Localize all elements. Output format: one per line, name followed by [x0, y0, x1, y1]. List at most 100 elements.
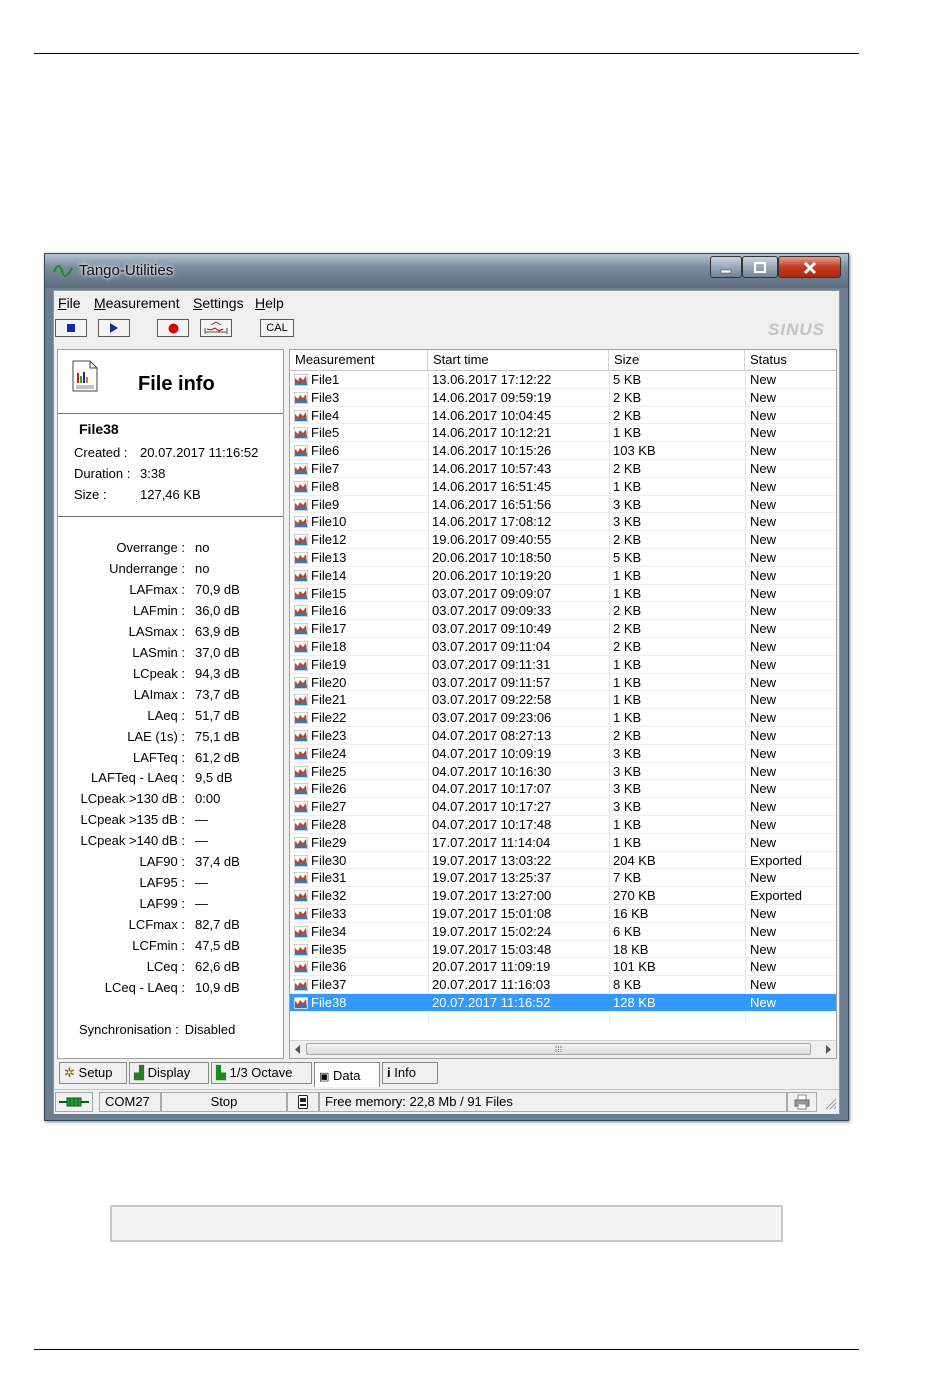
- title-bar[interactable]: Tango-Utilities: [45, 254, 848, 288]
- table-row[interactable]: File16 03.07.2017 09:09:33 2 KB New: [290, 602, 836, 620]
- stop-icon: [67, 324, 75, 332]
- table-row[interactable]: File37 20.07.2017 11:16:03 8 KB New: [290, 976, 836, 994]
- table-row[interactable]: File25 04.07.2017 10:16:30 3 KB New: [290, 763, 836, 781]
- table-row[interactable]: File3 14.06.2017 09:59:19 2 KB New: [290, 389, 836, 407]
- scroll-right-icon[interactable]: [824, 1045, 832, 1054]
- cell-status: New: [750, 407, 777, 423]
- table-row[interactable]: File17 03.07.2017 09:10:49 2 KB New: [290, 620, 836, 638]
- tab-info[interactable]: i Info: [382, 1062, 438, 1084]
- tab-display[interactable]: ▟ Display: [129, 1062, 209, 1084]
- table-row[interactable]: File23 04.07.2017 08:27:13 2 KB New: [290, 727, 836, 745]
- file-info-title: File info: [138, 373, 215, 395]
- file-name: File4: [311, 407, 340, 423]
- cell-start-time: 19.07.2017 15:03:48: [432, 941, 552, 957]
- calibration-button[interactable]: CAL: [260, 319, 294, 337]
- stop-button[interactable]: [55, 319, 87, 337]
- printer-icon: [794, 1094, 810, 1110]
- scroll-left-icon[interactable]: [294, 1045, 302, 1054]
- table-row[interactable]: File1 13.06.2017 17:12:22 5 KB New: [290, 371, 836, 389]
- record-button[interactable]: [157, 319, 189, 337]
- menu-measurement[interactable]: Measurement: [94, 295, 180, 311]
- cell-measurement: File24: [294, 745, 346, 762]
- table-row[interactable]: File7 14.06.2017 10:57:43 2 KB New: [290, 460, 836, 478]
- table-row[interactable]: File27 04.07.2017 10:17:27 3 KB New: [290, 798, 836, 816]
- file-name: File23: [311, 728, 347, 743]
- table-row[interactable]: File12 19.06.2017 09:40:55 2 KB New: [290, 531, 836, 549]
- stat-label: LCFmax :: [128, 917, 185, 933]
- table-row[interactable]: File13 20.06.2017 10:18:50 5 KB New: [290, 549, 836, 567]
- table-row[interactable]: File10 14.06.2017 17:08:12 3 KB New: [290, 513, 836, 531]
- print-button[interactable]: [787, 1092, 817, 1112]
- play-button[interactable]: [98, 319, 130, 337]
- tab-third-octave[interactable]: ▙ 1/3 Octave: [211, 1062, 312, 1084]
- column-header-measurement[interactable]: Measurement: [290, 350, 428, 370]
- play-icon: [110, 323, 118, 333]
- table-row[interactable]: File36 20.07.2017 11:09:19 101 KB New: [290, 958, 836, 976]
- table-row[interactable]: File31 19.07.2017 13:25:37 7 KB New: [290, 869, 836, 887]
- cell-start-time: 14.06.2017 17:08:12: [432, 514, 552, 530]
- resize-grip-icon[interactable]: [823, 1096, 837, 1110]
- table-row[interactable]: File26 04.07.2017 10:17:07 3 KB New: [290, 780, 836, 798]
- cell-status: New: [750, 817, 777, 832]
- file-name: File30: [311, 852, 347, 868]
- tab-data[interactable]: ▣ Data: [314, 1062, 380, 1087]
- table-row[interactable]: File29 17.07.2017 11:14:04 1 KB New: [290, 834, 836, 852]
- menu-mnemonic: M: [94, 295, 106, 311]
- cell-status: New: [750, 603, 777, 619]
- table-row[interactable]: File32 19.07.2017 13:27:00 270 KB Exported: [290, 887, 836, 905]
- table-row[interactable]: File28 04.07.2017 10:17:48 1 KB New: [290, 816, 836, 834]
- table-row[interactable]: File5 14.06.2017 10:12:21 1 KB New: [290, 424, 836, 442]
- table-row[interactable]: File34 19.07.2017 15:02:24 6 KB New: [290, 923, 836, 941]
- table-row[interactable]: File20 03.07.2017 09:11:57 1 KB New: [290, 674, 836, 692]
- table-row[interactable]: File9 14.06.2017 16:51:56 3 KB New: [290, 496, 836, 514]
- measurement-file-icon: [294, 747, 308, 760]
- menu-settings[interactable]: Settings: [193, 295, 244, 311]
- marker-button[interactable]: [200, 319, 232, 337]
- table-row[interactable]: File35 19.07.2017 15:03:48 18 KB New: [290, 941, 836, 959]
- cell-size: 8 KB: [613, 977, 642, 993]
- file-name: File10: [311, 514, 347, 530]
- cell-size: 1 KB: [613, 567, 642, 583]
- table-row[interactable]: File24 04.07.2017 10:09:19 3 KB New: [290, 745, 836, 763]
- cell-size: 2 KB: [613, 461, 642, 476]
- cell-start-time: 17.07.2017 11:14:04: [432, 834, 551, 850]
- cell-start-time: 19.07.2017 15:01:08: [432, 906, 552, 921]
- measurement-file-icon: [294, 765, 308, 778]
- stat-row: LAF99 : —: [58, 896, 283, 916]
- cable-plug-icon: [59, 1097, 89, 1107]
- menu-file[interactable]: File: [58, 295, 81, 311]
- table-row[interactable]: File22 03.07.2017 09:23:06 1 KB New: [290, 709, 836, 727]
- scrollbar-thumb[interactable]: ⁞⁞⁞: [306, 1043, 811, 1055]
- cell-status: New: [750, 639, 777, 654]
- table-row[interactable]: File15 03.07.2017 09:09:07 1 KB New: [290, 585, 836, 603]
- measurement-file-icon: [294, 516, 308, 529]
- cell-status: New: [750, 781, 777, 797]
- table-row[interactable]: File21 03.07.2017 09:22:58 1 KB New: [290, 691, 836, 709]
- table-row[interactable]: File30 19.07.2017 13:03:22 204 KB Exported: [290, 852, 836, 870]
- table-row[interactable]: File14 20.06.2017 10:19:20 1 KB New: [290, 567, 836, 585]
- cell-status: New: [750, 532, 777, 548]
- table-row[interactable]: File19 03.07.2017 09:11:31 1 KB New: [290, 656, 836, 674]
- close-button[interactable]: [778, 256, 841, 278]
- tab-setup[interactable]: ✲ Setup: [59, 1062, 127, 1084]
- menu-help[interactable]: Help: [255, 295, 284, 311]
- table-row[interactable]: File18 03.07.2017 09:11:04 2 KB New: [290, 638, 836, 656]
- column-header-status[interactable]: Status: [745, 350, 836, 370]
- minimize-button[interactable]: [710, 256, 742, 278]
- stat-row: LCeq - LAeq : 10,9 dB: [58, 980, 283, 1000]
- table-row[interactable]: File4 14.06.2017 10:04:45 2 KB New: [290, 407, 836, 425]
- cell-status: New: [750, 870, 777, 886]
- cell-start-time: 03.07.2017 09:11:31: [432, 656, 551, 672]
- maximize-button[interactable]: [742, 256, 778, 278]
- table-row[interactable]: File6 14.06.2017 10:15:26 103 KB New: [290, 442, 836, 460]
- table-row[interactable]: File38 20.07.2017 11:16:52 128 KB New: [290, 994, 836, 1012]
- column-header-size[interactable]: Size: [609, 350, 745, 370]
- table-row[interactable]: File33 19.07.2017 15:01:08 16 KB New: [290, 905, 836, 923]
- horizontal-scrollbar[interactable]: ⁞⁞⁞: [290, 1040, 836, 1058]
- column-header-start-time[interactable]: Start time: [428, 350, 609, 370]
- menu-label-rest: ettings: [202, 295, 244, 311]
- bar-chart-icon: ▙: [216, 1065, 226, 1080]
- cell-status: New: [750, 567, 777, 583]
- stat-row: LAF90 : 37,4 dB: [58, 854, 283, 874]
- table-row[interactable]: File8 14.06.2017 16:51:45 1 KB New: [290, 478, 836, 496]
